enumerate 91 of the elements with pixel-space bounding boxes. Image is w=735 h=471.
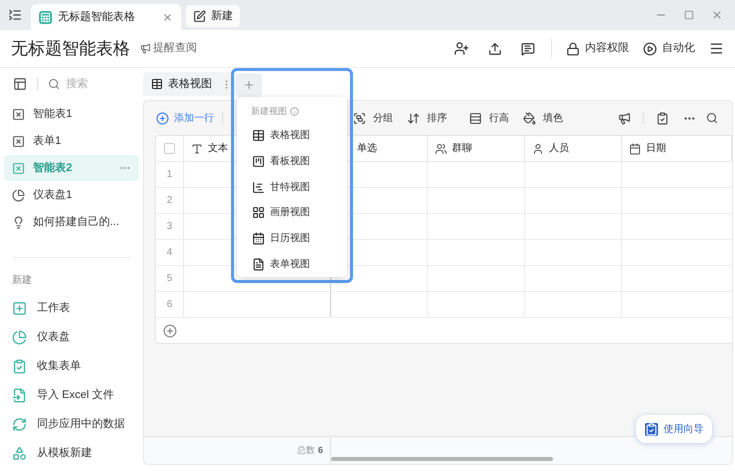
column-header[interactable]: 人员 [525,136,622,161]
edit-icon [193,10,206,22]
form-icon [12,359,27,374]
gantt-icon [252,180,265,194]
row-number: 2 [156,188,184,213]
document-title: 无标题智能表格 [11,38,130,60]
header-action-button[interactable]: 自动化 [643,40,695,57]
person-icon [532,142,544,154]
comment-icon[interactable] [521,42,535,56]
lock-icon [566,42,580,56]
total-count: 6 [318,444,323,457]
group-icon [353,112,366,124]
share-icon[interactable] [488,42,502,56]
add-icon [156,112,169,124]
announcement-icon[interactable] [618,112,631,124]
toolbar-button[interactable]: 行高 [469,110,509,126]
new-item[interactable]: 从模板新建 [4,439,139,468]
add-row-button[interactable]: 添加一行 [156,110,214,126]
sidebar-item[interactable]: 表单1 [4,128,139,154]
section-title: 新建 [11,274,33,288]
table-icon [252,129,265,142]
pie-chart-icon [12,188,25,202]
sync-icon [12,417,27,432]
lightbulb-icon [12,216,25,228]
column-header[interactable]: 日期 [622,136,732,161]
calendar-icon [629,142,641,154]
info-icon [290,107,299,116]
sheet-icon [12,134,25,148]
search-icon [48,78,60,90]
form-icon[interactable] [656,112,669,124]
new-item[interactable]: 收集表单 [4,352,139,381]
view-tab[interactable]: 表格视图 [143,72,236,96]
window-tab[interactable]: 新建 [186,5,240,27]
toolbar-button[interactable]: 排序 [407,110,447,126]
users-icon [435,142,447,154]
new-item[interactable]: 仪表盘 [4,323,139,352]
form-icon [252,258,265,271]
row-number: 3 [156,214,184,239]
menu-icon[interactable] [709,41,724,56]
menu-title: 新建视图 [251,105,287,118]
shapes-icon [12,446,27,461]
text-icon [191,142,203,154]
sidebar-toggle-icon[interactable] [13,77,27,91]
close-icon[interactable] [711,9,723,21]
scrollbar[interactable] [331,457,553,461]
search-icon[interactable] [706,112,718,124]
add-user-icon[interactable] [454,41,469,56]
sidebar-item[interactable]: 仪表盘1 [4,182,139,208]
pie-chart-icon [12,330,27,345]
row-number: 5 [156,266,184,291]
maximize-icon[interactable] [684,10,694,20]
gallery-icon [252,206,265,220]
new-item[interactable]: 导入 Excel 文件 [4,381,139,410]
window-tab[interactable]: 无标题智能表格 [31,4,181,30]
remind-button[interactable]: 提醒查阅 [140,40,197,57]
select-all-checkbox[interactable] [164,143,175,154]
total-label: 总数 [296,444,315,457]
add-row-icon[interactable] [163,324,177,338]
plus-icon [243,79,255,91]
kanban-icon [252,154,265,168]
sidebar-item[interactable]: 如何搭建自己的... [4,209,139,235]
sheet-icon [39,10,52,24]
calendar-icon [252,232,265,245]
column-header[interactable]: 群聊 [428,136,525,161]
row-number: 6 [156,292,184,317]
close-icon[interactable] [162,12,173,22]
search-field[interactable]: 搜索 [66,76,136,92]
menu-item[interactable]: 甘特视图 [244,174,340,200]
sort-icon [407,112,420,124]
new-item[interactable]: 同步应用中的数据 [4,410,139,439]
toolbar-button[interactable]: 填色 [523,110,563,126]
menu-item[interactable]: 表单视图 [244,251,340,278]
table-icon [151,78,163,90]
import-icon [12,388,27,403]
row-number: 1 [156,162,184,187]
paint-bucket-icon [523,112,536,124]
menu-item[interactable]: 日历视图 [244,226,340,252]
menu-item[interactable]: 画册视图 [244,200,340,226]
megaphone-icon [140,43,151,54]
sheet-icon [12,162,25,174]
guide-button[interactable]: 使用向导 [636,415,712,443]
guide-icon [644,422,658,436]
play-icon [643,42,657,56]
sidebar-item[interactable]: 智能表1 [4,101,139,127]
sheet-icon [12,108,25,120]
sheet-plus-icon [12,301,27,316]
header-action-button[interactable]: 内容权限 [566,40,629,57]
row-height-icon [469,112,482,124]
new-item[interactable]: 工作表 [4,294,139,323]
row-number: 4 [156,240,184,265]
toolbar-button[interactable]: 分组 [353,110,393,126]
